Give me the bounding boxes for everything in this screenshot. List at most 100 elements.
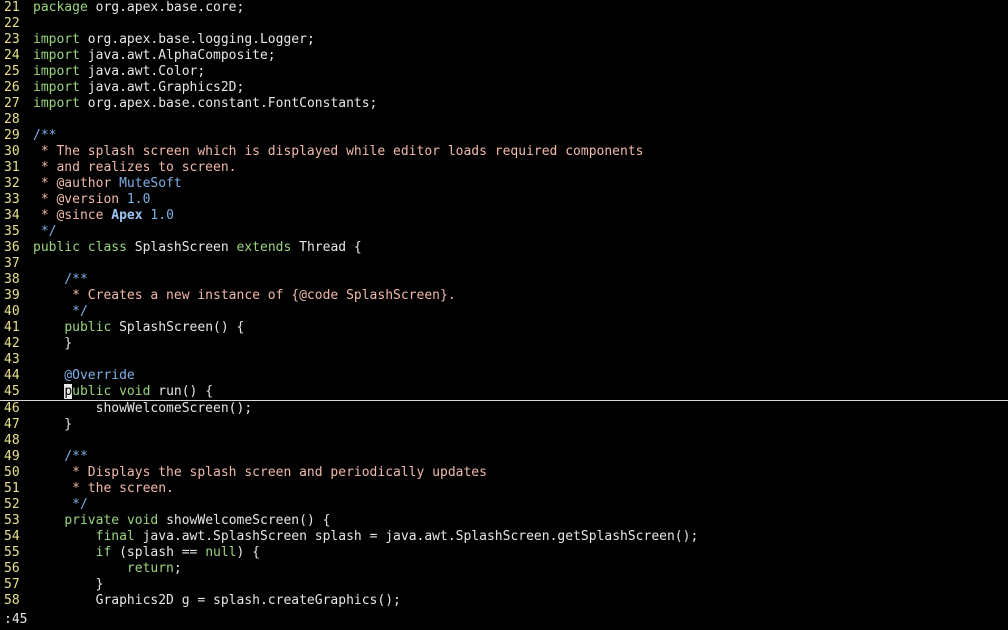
code-token: extends	[237, 240, 292, 255]
code-line[interactable]: 23import org.apex.base.logging.Logger;	[0, 32, 1008, 48]
code-line[interactable]: 34 * @since Apex 1.0	[0, 208, 1008, 224]
code-token: showWelcomeScreen();	[33, 401, 252, 416]
line-text[interactable]: return;	[33, 561, 182, 577]
code-token: import	[33, 80, 80, 95]
code-line[interactable]: 33 * @version 1.0	[0, 192, 1008, 208]
code-line[interactable]: 31 * and realizes to screen.	[0, 160, 1008, 176]
code-area[interactable]: 21 package org.apex.base.core;2223import …	[0, 0, 1008, 609]
code-token: /**	[33, 449, 88, 464]
line-text[interactable]: */	[33, 497, 88, 513]
line-number: 47	[4, 417, 26, 433]
code-line[interactable]: 57 }	[0, 577, 1008, 593]
command-line[interactable]: :45	[4, 612, 27, 628]
line-number: 48	[4, 433, 26, 449]
code-token: * Displays the splash screen and periodi…	[33, 465, 487, 480]
line-text[interactable]: import java.awt.Graphics2D;	[33, 80, 244, 96]
code-token: @Override	[33, 368, 135, 383]
line-text[interactable]: }	[33, 336, 72, 352]
code-line[interactable]: 22	[0, 16, 1008, 32]
code-line[interactable]: 47 }	[0, 417, 1008, 433]
code-line[interactable]: 44 @Override	[0, 368, 1008, 384]
code-line[interactable]: 26 import java.awt.Graphics2D;	[0, 80, 1008, 96]
code-line[interactable]: 46 showWelcomeScreen();	[0, 401, 1008, 417]
code-token	[111, 384, 119, 399]
line-number: 56	[4, 561, 26, 577]
line-text[interactable]: }	[33, 577, 103, 593]
code-line[interactable]: 36public class SplashScreen extends Thre…	[0, 240, 1008, 256]
line-text[interactable]: /**	[33, 128, 56, 144]
code-line[interactable]: 27import org.apex.base.constant.FontCons…	[0, 96, 1008, 112]
code-line[interactable]: 38 /**	[0, 272, 1008, 288]
code-editor[interactable]: 21 package org.apex.base.core;2223import …	[0, 0, 1008, 630]
code-token: void	[119, 384, 150, 399]
code-line[interactable]: 52 */	[0, 497, 1008, 513]
code-token: final	[96, 529, 135, 544]
line-number: 55	[4, 545, 26, 561]
text-cursor: p	[64, 384, 72, 399]
line-text[interactable]: * @author MuteSoft	[33, 176, 182, 192]
line-text[interactable]: * Creates a new instance of {@code Splas…	[33, 288, 456, 304]
line-text[interactable]: private void showWelcomeScreen() {	[33, 513, 330, 529]
code-line[interactable]: 25import java.awt.Color;	[0, 64, 1008, 80]
line-text[interactable]: * @since Apex 1.0	[33, 208, 174, 224]
line-text[interactable]: import java.awt.Color;	[33, 64, 205, 80]
code-line[interactable]: 35 */	[0, 224, 1008, 240]
line-text[interactable]: Graphics2D g = splash.createGraphics();	[33, 593, 401, 609]
line-text[interactable]: import org.apex.base.constant.FontConsta…	[33, 96, 377, 112]
line-text[interactable]: public void run() {	[33, 384, 213, 400]
code-token: * @version	[33, 192, 127, 207]
line-number: 21	[4, 0, 26, 16]
line-text[interactable]: showWelcomeScreen();	[33, 401, 252, 417]
line-text[interactable]: public class SplashScreen extends Thread…	[33, 240, 362, 256]
code-token: * The splash screen which is displayed w…	[33, 144, 643, 159]
line-number: 58	[4, 593, 26, 609]
code-line[interactable]: 32 * @author MuteSoft	[0, 176, 1008, 192]
code-line[interactable]: 54 final java.awt.SplashScreen splash = …	[0, 529, 1008, 545]
line-text[interactable]: * Displays the splash screen and periodi…	[33, 465, 487, 481]
code-token: }	[33, 577, 103, 592]
code-line[interactable]: 48	[0, 433, 1008, 449]
code-line[interactable]: 24import java.awt.AlphaComposite;	[0, 48, 1008, 64]
code-line[interactable]: 55 if (splash == null) {	[0, 545, 1008, 561]
code-line[interactable]: 49 /**	[0, 449, 1008, 465]
line-text[interactable]: */	[33, 304, 88, 320]
line-text[interactable]: * and realizes to screen.	[33, 160, 237, 176]
line-number: 37	[4, 256, 26, 272]
current-line[interactable]: 45 public void run() {	[0, 384, 1008, 401]
code-line[interactable]: 37	[0, 256, 1008, 272]
code-line[interactable]: 43	[0, 352, 1008, 368]
code-line[interactable]: 29 /**	[0, 128, 1008, 144]
line-text[interactable]: /**	[33, 449, 88, 465]
line-text[interactable]: if (splash == null) {	[33, 545, 260, 561]
line-number: 29	[4, 128, 26, 144]
code-line[interactable]: 30 * The splash screen which is displaye…	[0, 144, 1008, 160]
line-text[interactable]: */	[33, 224, 56, 240]
code-line[interactable]: 58 Graphics2D g = splash.createGraphics(…	[0, 593, 1008, 609]
code-token: 1.0	[143, 208, 174, 223]
line-text[interactable]: import java.awt.AlphaComposite;	[33, 48, 276, 64]
code-line[interactable]: 40 */	[0, 304, 1008, 320]
code-line[interactable]: 42 }	[0, 336, 1008, 352]
code-line[interactable]: 56 return;	[0, 561, 1008, 577]
code-line[interactable]: 21 package org.apex.base.core;	[0, 0, 1008, 16]
code-line[interactable]: 50 * Displays the splash screen and peri…	[0, 465, 1008, 481]
line-text[interactable]: @Override	[33, 368, 135, 384]
line-text[interactable]: final java.awt.SplashScreen splash = jav…	[33, 529, 698, 545]
line-text[interactable]: import org.apex.base.logging.Logger;	[33, 32, 315, 48]
line-text[interactable]: }	[33, 417, 72, 433]
code-token: private	[64, 513, 119, 528]
code-line[interactable]: 51 * the screen.	[0, 481, 1008, 497]
code-line[interactable]: 41 public SplashScreen() {	[0, 320, 1008, 336]
line-text[interactable]: package org.apex.base.core;	[33, 0, 244, 16]
line-text[interactable]: * The splash screen which is displayed w…	[33, 144, 643, 160]
code-token: class	[88, 240, 127, 255]
line-text[interactable]: * @version 1.0	[33, 192, 150, 208]
line-number: 28	[4, 112, 26, 128]
code-line[interactable]: 39 * Creates a new instance of {@code Sp…	[0, 288, 1008, 304]
code-line[interactable]: 28	[0, 112, 1008, 128]
code-line[interactable]: 53 private void showWelcomeScreen() {	[0, 513, 1008, 529]
line-text[interactable]: public SplashScreen() {	[33, 320, 244, 336]
line-number: 26	[4, 80, 26, 96]
line-text[interactable]: * the screen.	[33, 481, 174, 497]
line-text[interactable]: /**	[33, 272, 88, 288]
